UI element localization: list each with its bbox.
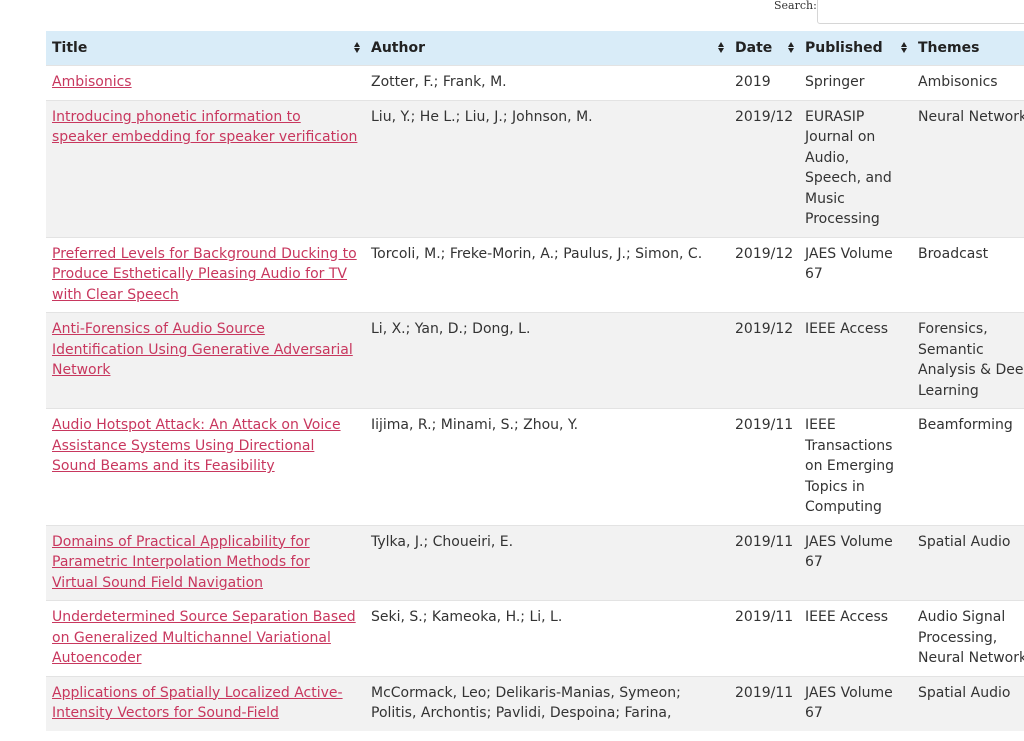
cell-published: Springer xyxy=(799,65,912,100)
cell-date: 2019/12 xyxy=(729,236,799,313)
cell-themes: Spatial Audio xyxy=(912,524,1024,601)
cell-published: EURASIP Journal on Audio, Speech, and Mu… xyxy=(799,99,912,237)
publication-title-link[interactable]: Ambisonics xyxy=(52,74,132,90)
cell-title: Audio Hotspot Attack: An Attack on Voice… xyxy=(46,408,365,525)
cell-published: IEEE Access xyxy=(799,600,912,676)
column-header-themes[interactable]: Themes xyxy=(912,31,1024,66)
cell-published: JAES Volume 67 xyxy=(799,236,912,313)
sort-icon xyxy=(788,42,795,54)
table-row: Underdetermined Source Separation Based … xyxy=(46,600,1024,676)
cell-author: Liu, Y.; He L.; Liu, J.; Johnson, M. xyxy=(365,99,729,237)
search-bar: Search: xyxy=(764,0,1024,26)
table-row: Applications of Spatially Localized Acti… xyxy=(46,675,1024,731)
cell-title: Underdetermined Source Separation Based … xyxy=(46,600,365,676)
column-header-date[interactable]: Date xyxy=(729,31,799,66)
cell-published: IEEE Transactions on Emerging Topics in … xyxy=(799,408,912,525)
cell-themes: Spatial Audio xyxy=(912,675,1024,731)
cell-title: Applications of Spatially Localized Acti… xyxy=(46,675,365,731)
cell-published: JAES Volume 67 xyxy=(799,524,912,601)
publications-table: Title Author Date Published Themes Ambis… xyxy=(46,31,1024,731)
table-row: Anti-Forensics of Audio Source Identific… xyxy=(46,312,1024,409)
column-header-title[interactable]: Title xyxy=(46,31,365,66)
cell-date: 2019/11 xyxy=(729,408,799,525)
table-row: Ambisonics Zotter, F.; Frank, M. 2019 Sp… xyxy=(46,65,1024,100)
publication-title-link[interactable]: Anti-Forensics of Audio Source Identific… xyxy=(52,321,353,378)
cell-themes: Audio Signal Processing, Neural Networks xyxy=(912,600,1024,676)
table-row: Domains of Practical Applicability for P… xyxy=(46,524,1024,601)
cell-themes: Beamforming xyxy=(912,408,1024,525)
cell-themes: Forensics, Semantic Analysis & Deep Lear… xyxy=(912,312,1024,409)
column-header-author[interactable]: Author xyxy=(365,31,729,66)
publication-title-link[interactable]: Domains of Practical Applicability for P… xyxy=(52,534,310,591)
cell-title: Introducing phonetic information to spea… xyxy=(46,99,365,237)
publication-title-link[interactable]: Introducing phonetic information to spea… xyxy=(52,109,357,146)
cell-date: 2019/11 xyxy=(729,675,799,731)
cell-themes: Ambisonics xyxy=(912,65,1024,100)
sort-icon xyxy=(901,42,908,54)
cell-date: 2019/11 xyxy=(729,524,799,601)
cell-author: Iijima, R.; Minami, S.; Zhou, Y. xyxy=(365,408,729,525)
cell-title: Ambisonics xyxy=(46,65,365,100)
cell-date: 2019 xyxy=(729,65,799,100)
cell-author: Tylka, J.; Choueiri, E. xyxy=(365,524,729,601)
cell-themes: Broadcast xyxy=(912,236,1024,313)
search-input[interactable] xyxy=(817,0,1024,24)
table-header: Title Author Date Published Themes xyxy=(46,31,1024,66)
cell-published: JAES Volume 67 xyxy=(799,675,912,731)
column-header-published[interactable]: Published xyxy=(799,31,912,66)
cell-date: 2019/12 xyxy=(729,312,799,409)
publication-title-link[interactable]: Underdetermined Source Separation Based … xyxy=(52,609,356,666)
cell-date: 2019/11 xyxy=(729,600,799,676)
cell-author: Zotter, F.; Frank, M. xyxy=(365,65,729,100)
cell-author: Torcoli, M.; Freke-Morin, A.; Paulus, J.… xyxy=(365,236,729,313)
cell-date: 2019/12 xyxy=(729,99,799,237)
publications-table-container: Title Author Date Published Themes Ambis… xyxy=(46,31,1024,731)
publication-title-link[interactable]: Audio Hotspot Attack: An Attack on Voice… xyxy=(52,417,341,474)
table-row: Preferred Levels for Background Ducking … xyxy=(46,236,1024,313)
publication-title-link[interactable]: Applications of Spatially Localized Acti… xyxy=(52,685,343,722)
table-row: Audio Hotspot Attack: An Attack on Voice… xyxy=(46,408,1024,525)
sort-icon xyxy=(354,42,361,54)
cell-author: Seki, S.; Kameoka, H.; Li, L. xyxy=(365,600,729,676)
publication-title-link[interactable]: Preferred Levels for Background Ducking … xyxy=(52,246,357,303)
cell-title: Domains of Practical Applicability for P… xyxy=(46,524,365,601)
cell-title: Anti-Forensics of Audio Source Identific… xyxy=(46,312,365,409)
sort-icon xyxy=(718,42,725,54)
table-body: Ambisonics Zotter, F.; Frank, M. 2019 Sp… xyxy=(46,65,1024,731)
cell-author: Li, X.; Yan, D.; Dong, L. xyxy=(365,312,729,409)
cell-themes: Neural Networks xyxy=(912,99,1024,237)
cell-title: Preferred Levels for Background Ducking … xyxy=(46,236,365,313)
table-row: Introducing phonetic information to spea… xyxy=(46,99,1024,237)
search-label: Search: xyxy=(774,0,817,12)
cell-author: McCormack, Leo; Delikaris-Manias, Symeon… xyxy=(365,675,729,731)
cell-published: IEEE Access xyxy=(799,312,912,409)
